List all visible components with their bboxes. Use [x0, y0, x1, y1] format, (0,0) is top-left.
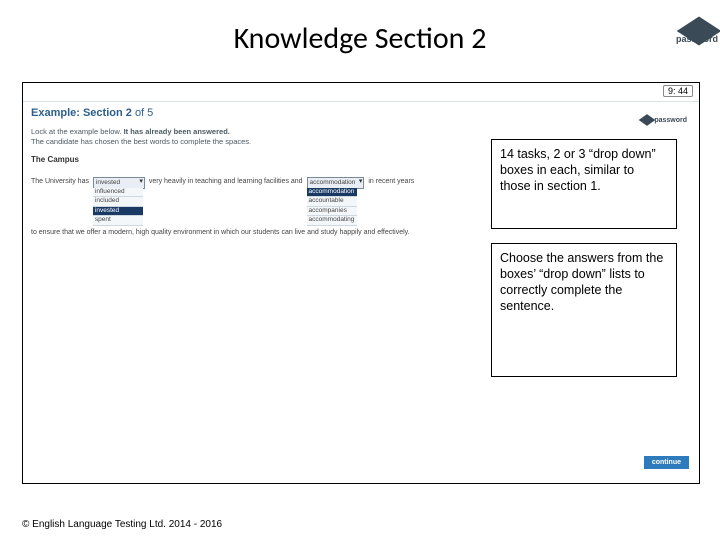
callout-1: 14 tasks, 2 or 3 “drop down” boxes in ea… — [491, 139, 677, 229]
slide: Knowledge Section 2 password 9: 44 Examp… — [0, 0, 720, 540]
instr-line1b: It has already been answered. — [124, 127, 230, 136]
timer-display: 9: 44 — [663, 85, 693, 97]
logo-word: password — [676, 34, 718, 44]
gap-sentence-1-cont: to ensure that we offer a modern, high q… — [31, 229, 469, 236]
section-instructions: Lock at the example below. It has alread… — [31, 127, 251, 147]
instr-line2: The candidate has chosen the best words … — [31, 137, 251, 146]
dropdown-2-opt[interactable]: accommodating — [307, 216, 357, 225]
dropdown-1[interactable]: invested influenced included invested sp… — [93, 177, 145, 189]
dropdown-1-opt[interactable]: included — [93, 197, 143, 206]
logo-top: password — [658, 16, 720, 56]
app-topbar: 9: 44 — [23, 83, 699, 102]
sent-part-b: very heavily in teaching and learning fa… — [149, 178, 303, 185]
instr-line1a: Lock at the example below. — [31, 127, 124, 136]
dropdown-2-opt[interactable]: accompanies — [307, 207, 357, 216]
gap-sentence-1: The University has invested influenced i… — [31, 177, 469, 189]
section-heading-post: of 5 — [132, 107, 153, 119]
sent-part-c: in recent years — [368, 178, 414, 185]
dropdown-2-options[interactable]: accommodation accountable accompanies ac… — [307, 188, 357, 226]
page-title: Knowledge Section 2 — [0, 20, 720, 57]
section-heading-pre: Example: Section — [31, 107, 126, 119]
dropdown-2-opt[interactable]: accountable — [307, 197, 357, 206]
logo-cube-small-icon — [639, 114, 656, 126]
app-screenshot: 9: 44 Example: Section 2 of 5 Lock at th… — [22, 82, 700, 484]
task-title: The Campus — [31, 155, 79, 164]
callout-2: Choose the answers from the boxes’ “drop… — [491, 243, 677, 377]
copyright-footer: © English Language Testing Ltd. 2014 - 2… — [22, 519, 222, 530]
app-logo-small: password — [642, 115, 687, 125]
section-heading: Example: Section 2 of 5 — [31, 107, 153, 119]
continue-button[interactable]: continue — [644, 456, 689, 469]
sent-part-a: The University has — [31, 178, 89, 185]
dropdown-1-opt[interactable]: invested — [93, 207, 143, 216]
dropdown-1-opt[interactable]: influenced — [93, 188, 143, 197]
dropdown-2[interactable]: accommodation accommodation accountable … — [307, 177, 365, 189]
dropdown-1-opt[interactable]: spent — [93, 216, 143, 225]
dropdown-2-opt[interactable]: accommodation — [307, 188, 357, 197]
dropdown-1-options[interactable]: influenced included invested spent — [93, 188, 143, 226]
app-logo-small-text: password — [654, 117, 687, 124]
